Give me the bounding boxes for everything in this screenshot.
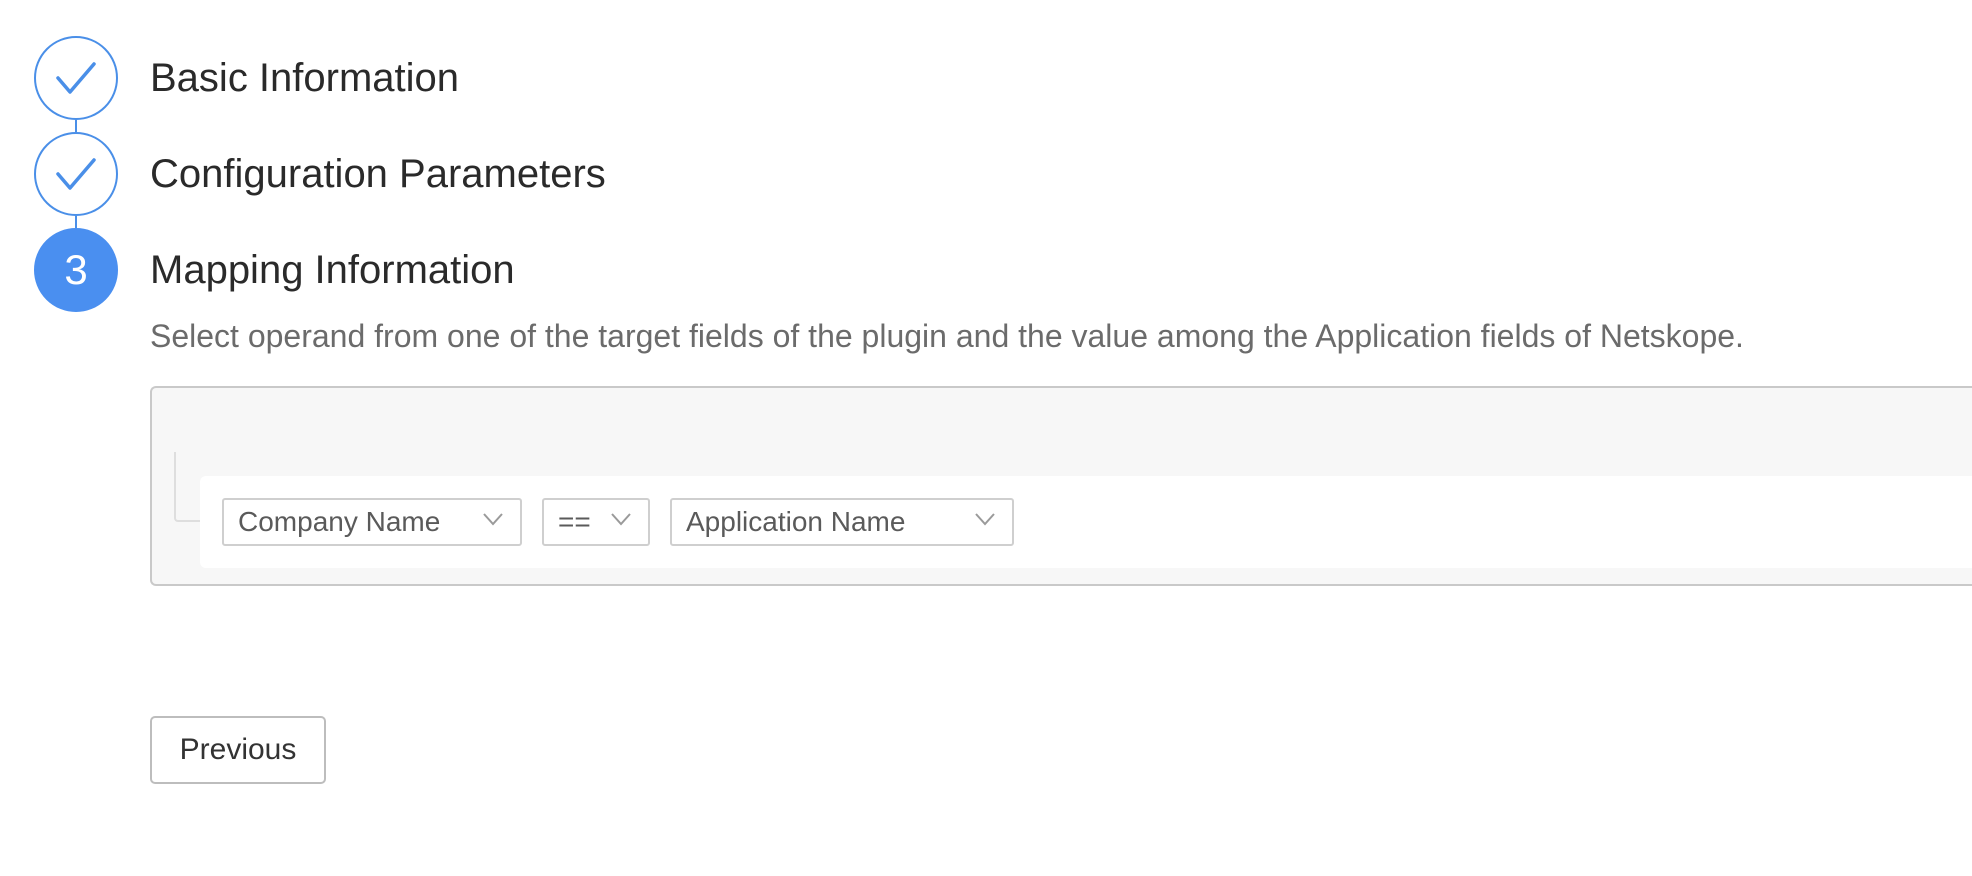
rule-tree-connector [174, 452, 200, 522]
check-icon [56, 62, 96, 94]
wizard-page: Basic Information Configuration Paramete… [0, 0, 1972, 876]
step-2-indicator [34, 132, 118, 216]
step-3-title: Mapping Information [150, 248, 515, 292]
step-3-indicator: 3 [34, 228, 118, 312]
previous-button[interactable]: Previous [150, 716, 326, 784]
step-2-title: Configuration Parameters [150, 152, 606, 196]
step-1-title: Basic Information [150, 56, 460, 100]
field-select[interactable]: Company Name [222, 498, 522, 546]
chevron-down-icon [975, 513, 995, 526]
operator-select-value: == [558, 506, 591, 537]
operator-select[interactable]: == [542, 498, 650, 546]
mapping-description: Select operand from one of the target fi… [150, 318, 1744, 354]
chevron-down-icon [483, 513, 503, 526]
chevron-down-icon [611, 513, 631, 526]
check-icon [56, 158, 96, 190]
step-connector [75, 216, 77, 228]
step-3-number: 3 [64, 246, 88, 293]
step-1-indicator [34, 36, 118, 120]
step-connector [75, 120, 77, 132]
value-select-value: Application Name [686, 506, 906, 537]
field-select-value: Company Name [238, 506, 441, 537]
value-select[interactable]: Application Name [670, 498, 1014, 546]
